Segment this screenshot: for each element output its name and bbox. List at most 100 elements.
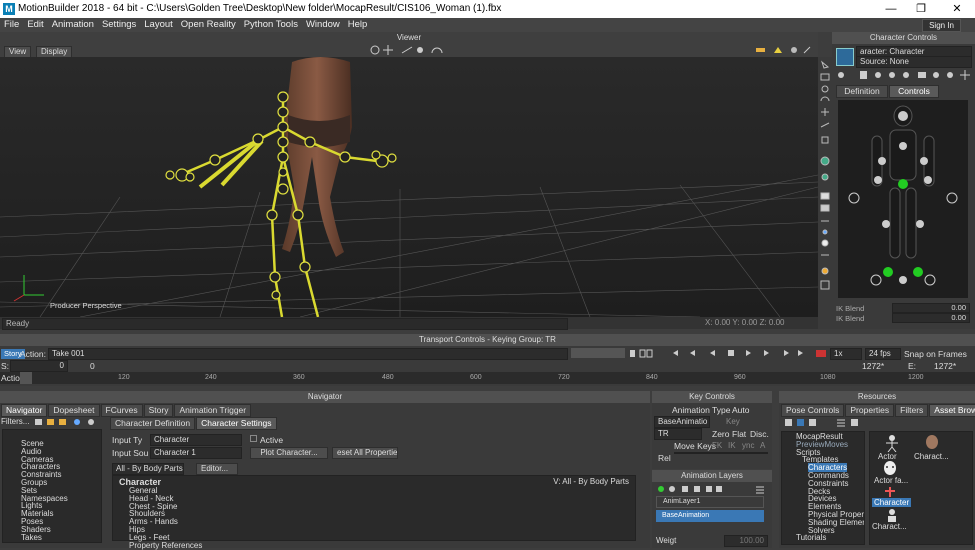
a-button[interactable]: A [760,441,765,450]
input-source-select[interactable]: Character 1 [150,447,242,459]
tab-definition[interactable]: Definition [836,85,888,98]
resources-tool-icons[interactable] [783,418,863,428]
navigator-tool-icons[interactable] [33,418,103,426]
body-parts-select[interactable]: All - By Body Parts [112,463,184,475]
menu-layout[interactable]: Layout [140,18,177,32]
filters-button[interactable]: Filters... [1,417,29,426]
prop-shoulders[interactable]: Shoulders [119,510,635,518]
weight-field[interactable]: 100.00 [724,535,768,547]
animation-layers-title: Animation Layers [652,470,772,482]
menu-edit[interactable]: Edit [23,18,47,32]
auto-label[interactable]: Auto [732,405,750,415]
close-button[interactable]: ✕ [942,0,972,18]
tab-filters[interactable]: Filters [895,404,929,417]
asset-character-2[interactable]: Charact... [872,522,907,531]
disc-button[interactable]: Disc. [750,429,769,439]
playhead[interactable] [20,372,32,384]
rel-field[interactable] [674,452,768,454]
tab-properties[interactable]: Properties [845,404,895,417]
character-tool-icons[interactable] [836,69,972,81]
ik-button[interactable]: IK [728,441,736,450]
menu-help[interactable]: Help [344,18,372,32]
tab-fcurves[interactable]: FCurves [100,404,143,417]
asset-grid[interactable]: Actor Charact... Actor fa... Character C… [869,431,973,545]
prop-general[interactable]: General [119,487,635,495]
tab-navigator[interactable]: Navigator [1,404,48,417]
prop-arms-hands[interactable]: Arms - Hands [119,518,635,526]
fps-selector[interactable]: 24 fps [865,348,901,360]
move-keys-button[interactable]: Move Keys [674,441,716,451]
asset-actor-face[interactable]: Actor fa... [874,476,908,485]
layer-tool-icons[interactable] [656,484,766,494]
source-selector[interactable]: Source: None [856,56,972,68]
menu-animation[interactable]: Animation [48,18,98,32]
speed-selector[interactable]: 1x [830,348,862,360]
char-view-filter[interactable]: V: All - By Body Parts [553,478,629,486]
snap-selector[interactable]: Snap on Frames [904,349,967,359]
prop-head-neck[interactable]: Head - Neck [119,494,635,503]
tab-character-settings[interactable]: Character Settings [196,417,277,430]
menu-file[interactable]: File [0,18,23,32]
reset-properties-button[interactable]: eset All Propertie [332,447,398,459]
menu-python-tools[interactable]: Python Tools [240,18,302,32]
fk-button[interactable]: FK [712,441,722,450]
editor-button[interactable]: Editor... [196,463,238,475]
menu-window[interactable]: Window [302,18,344,32]
sync-button[interactable]: ync [742,441,754,450]
tab-animation-trigger[interactable]: Animation Trigger [174,404,252,417]
layer-row-baseanimation[interactable]: BaseAnimation [656,510,764,522]
tick-label: 240 [205,374,217,381]
input-type-select[interactable]: Character [150,434,242,446]
tab-asset-browser[interactable]: Asset Browser [929,404,975,417]
character-sub-tabs: Character Definition Character Settings [110,417,278,430]
asset-character[interactable]: Character [872,498,912,507]
rel-label: Rel [658,453,671,463]
base-animation-select[interactable]: BaseAnimatio [654,416,710,428]
resources-tree[interactable]: MocapResult PreviewMoves Scripts Templat… [781,431,865,545]
tab-pose-controls[interactable]: Pose Controls [781,404,845,417]
timeline-ruler[interactable]: Actio 120 240 360 480 600 720 840 960 10… [0,372,975,384]
restore-button[interactable]: ❐ [906,0,936,18]
asset-character-1[interactable]: Charact... [914,452,949,461]
ik-blend-value-2[interactable]: 0.00 [892,313,970,323]
tab-character-definition[interactable]: Character Definition [110,417,196,430]
keying-group-select[interactable]: TR [654,428,702,440]
zero-button[interactable]: Zero [712,429,729,439]
minimize-button[interactable]: — [876,0,906,18]
3d-viewport[interactable]: Producer Perspective [0,57,818,317]
res-item-constraints[interactable]: Constraints [796,479,864,488]
start-field[interactable]: 0 [10,360,68,372]
character-icon[interactable] [836,48,854,66]
weight-label: Weigt [656,536,677,545]
take-selector[interactable]: Take 001 [48,348,568,360]
tool-icons[interactable] [818,57,832,297]
menu-settings[interactable]: Settings [98,18,140,32]
ik-blend-value-1[interactable]: 0.00 [892,303,970,313]
flat-button[interactable]: Flat [732,429,746,439]
layer-row-animlayer1[interactable]: AnimLayer1 [656,496,764,508]
tab-dopesheet[interactable]: Dopesheet [48,404,100,417]
end-field[interactable]: 1272* [934,361,956,371]
viewer-tool-icons[interactable] [756,45,812,55]
prop-chest-spine[interactable]: Chest - Spine [119,502,635,511]
active-checkbox[interactable] [250,435,257,442]
character-properties-list[interactable]: Character General Head - Neck Chest - Sp… [112,475,636,549]
key-controls-title: Key Controls [652,391,772,403]
timeline-slider[interactable] [571,348,625,358]
sign-in-button[interactable]: Sign In [922,19,961,32]
character-rig-view[interactable] [838,100,968,298]
manipulator-icons[interactable] [368,44,448,56]
tab-controls[interactable]: Controls [889,85,939,98]
prop-property-references[interactable]: Property References [119,541,635,550]
key-controls-panel: Key Controls Animation Type Auto BaseAni… [652,391,772,469]
tree-item-takes[interactable]: Takes [21,533,101,542]
menu-open-reality[interactable]: Open Reality [177,18,240,32]
action-label: Action: [20,349,46,359]
tab-story[interactable]: Story [143,404,174,417]
key-button[interactable]: Key [726,417,740,426]
res-item-tutorials[interactable]: Tutorials [796,534,864,542]
playback-buttons[interactable] [628,348,828,359]
plot-character-button[interactable]: Plot Character... [250,447,328,459]
prop-hips[interactable]: Hips [119,526,635,534]
navigator-tree[interactable]: Scene Audio Cameras Characters Constrain… [2,429,102,543]
